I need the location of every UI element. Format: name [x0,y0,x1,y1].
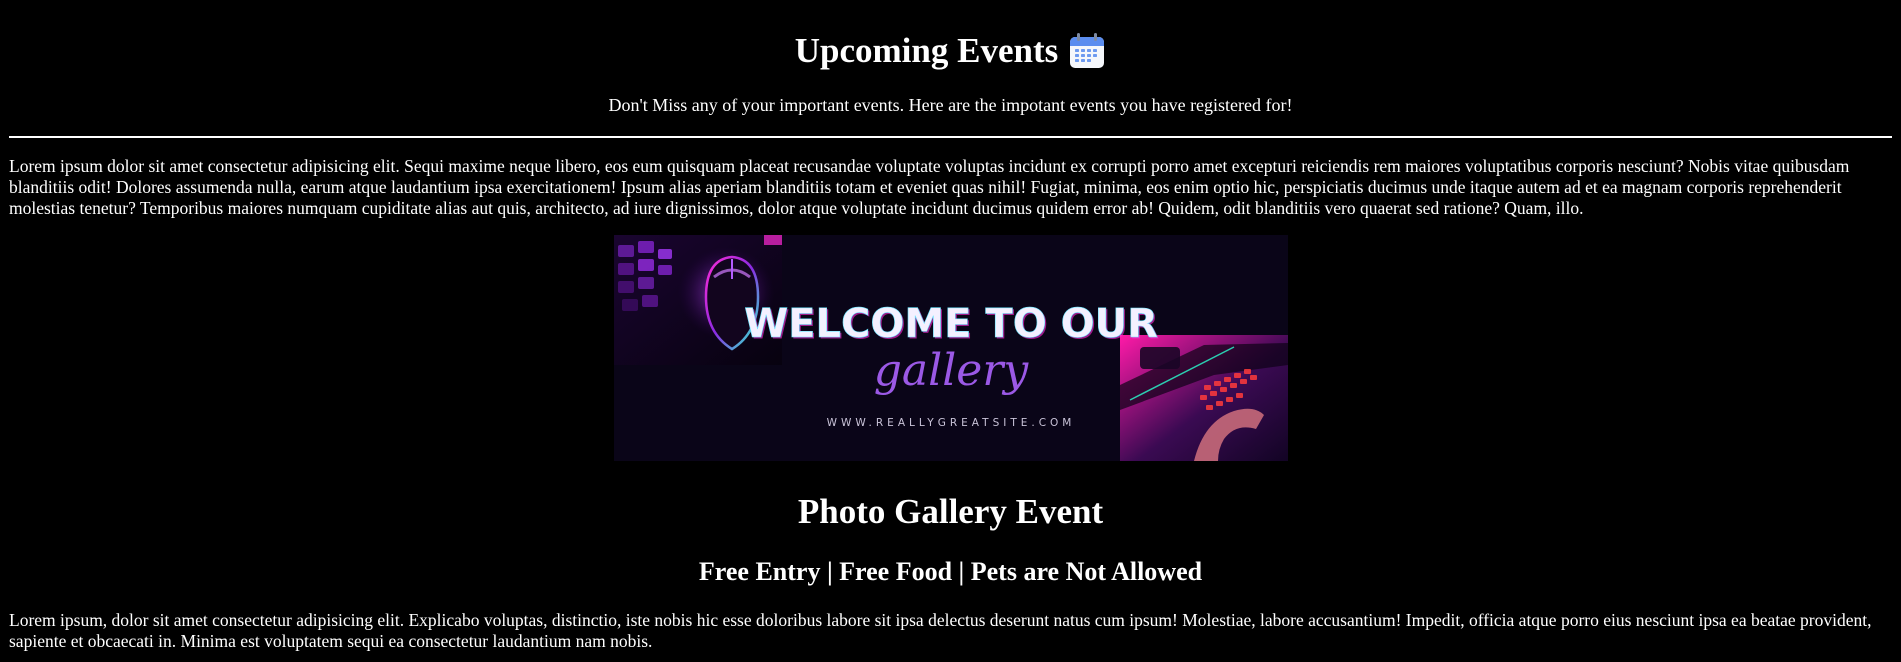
event-title: Photo Gallery Event [797,492,1104,531]
banner-text-welcome: WELCOME TO OUR [744,301,1158,347]
banner-container: WELCOME TO OUR WELCOME TO OUR gallery WW… [9,235,1892,461]
gallery-banner-image: WELCOME TO OUR WELCOME TO OUR gallery WW… [613,235,1288,461]
intro-paragraph: Lorem ipsum dolor sit amet consectetur a… [9,156,1850,218]
event-tagline: Free Entry | Free Food | Pets are Not Al… [698,557,1203,586]
calendar-icon [1068,32,1106,70]
page-header: Upcoming Events [9,30,1892,72]
event-paragraph: Lorem ipsum, dolor sit amet consectetur … [9,610,1872,651]
divider [9,136,1892,138]
page: Upcoming Events Don't Miss any of your i… [0,30,1901,652]
banner-text-url: WWW.REALLYGREATSITE.COM [826,417,1075,429]
page-title: Upcoming Events [794,31,1059,70]
banner-text-gallery: gallery [873,345,1029,396]
page-subtitle: Don't Miss any of your important events.… [608,95,1293,115]
